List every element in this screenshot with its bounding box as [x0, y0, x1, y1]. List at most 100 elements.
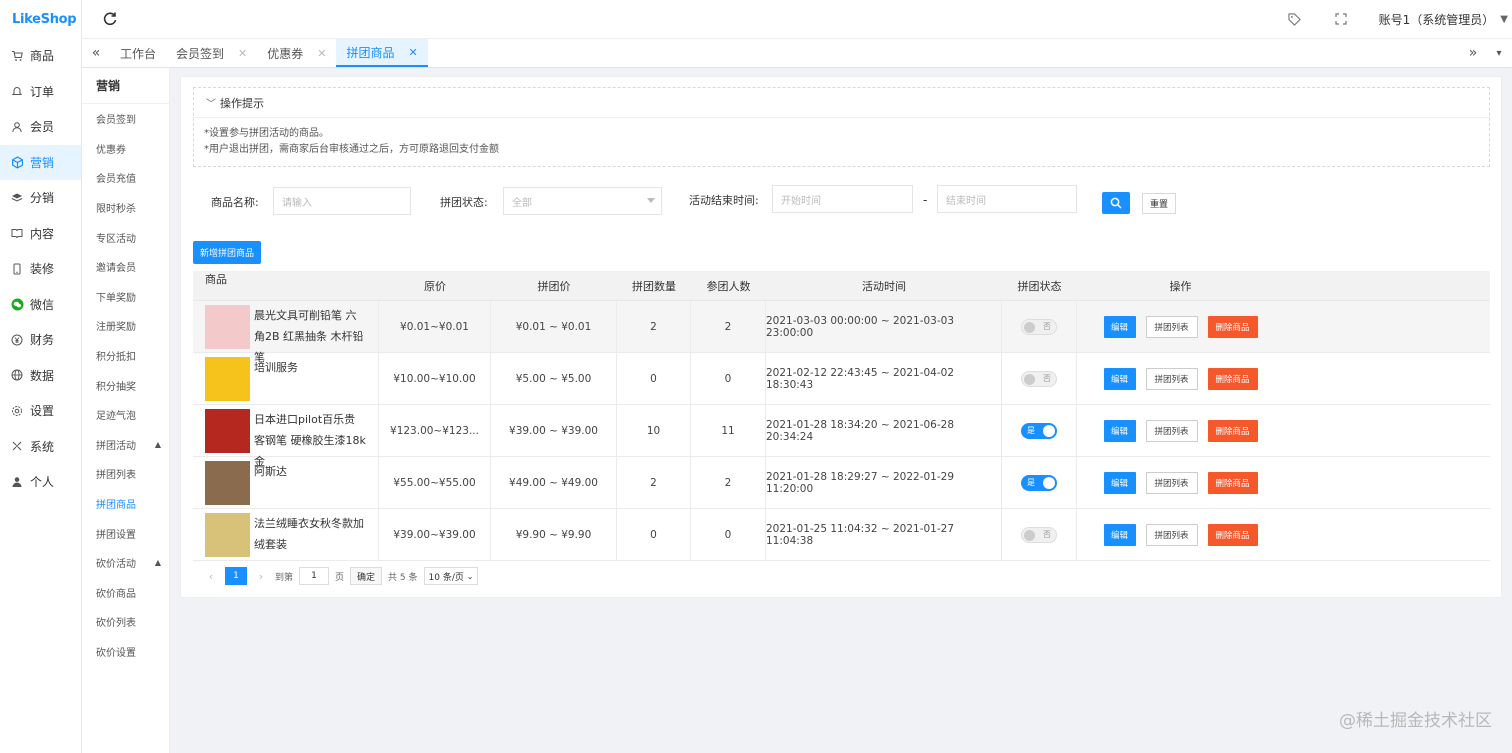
sub-sidebar-item[interactable]: 足迹气泡 — [82, 400, 169, 430]
tabs-scroll-left-icon[interactable]: « — [82, 39, 110, 67]
sidebar-item-label: 营销 — [30, 155, 55, 170]
group-status-select[interactable]: 全部 — [503, 187, 662, 215]
sub-sidebar-item[interactable]: 会员签到 — [82, 104, 169, 134]
tab[interactable]: 优惠券 ✕ — [257, 39, 336, 67]
tabs-more-icon[interactable]: ▾ — [1486, 48, 1512, 59]
sidebar-item[interactable]: 营销 — [0, 144, 81, 180]
tab[interactable]: 工作台 — [110, 39, 166, 67]
delete-goods-button[interactable]: 删除商品 — [1207, 315, 1258, 338]
sub-sidebar-item[interactable]: 邀请会员 — [82, 252, 169, 282]
sub-sidebar-title: 营销 — [82, 68, 169, 104]
sidebar-item[interactable]: 会员 — [0, 109, 81, 145]
search-button[interactable] — [1102, 192, 1130, 214]
fullscreen-icon[interactable] — [1333, 11, 1349, 27]
edit-button[interactable]: 编辑 — [1103, 367, 1136, 390]
close-icon[interactable]: ✕ — [409, 46, 418, 59]
status-toggle-label: 否 — [1043, 374, 1051, 383]
sub-sidebar: 营销 会员签到 优惠券 会员充值 限时秒杀 专区活动 邀请会员 下单奖励注册奖励积分抵扣积分… — [82, 68, 170, 753]
table-row: 阿斯达 ¥55.00~¥55.00 ¥49.00 ~ ¥49.00 2 2 2021-01… — [193, 457, 1490, 509]
delete-goods-button[interactable]: 删除商品 — [1207, 523, 1258, 546]
account-menu[interactable]: 账号1（系统管理员） — [1379, 11, 1495, 28]
page-size-select[interactable]: 10 条/页 ⌄ — [423, 567, 479, 585]
start-time-input[interactable]: 开始时间 — [772, 185, 913, 213]
sub-sidebar-item[interactable]: 砍价商品 — [82, 578, 169, 608]
edit-button[interactable]: 编辑 — [1103, 523, 1136, 546]
col-goods: 商品 — [205, 273, 227, 286]
sub-sidebar-group[interactable]: 砍价活动 ▲ — [82, 548, 169, 578]
sidebar-item[interactable]: 订单 — [0, 74, 81, 110]
sidebar-item[interactable]: 个人 — [0, 464, 81, 500]
sub-sidebar-item[interactable]: 注册奖励 — [82, 311, 169, 341]
sidebar-item[interactable]: 财务 — [0, 322, 81, 358]
sub-sidebar-item[interactable]: 拼团设置 — [82, 518, 169, 548]
sub-sidebar-item[interactable]: 下单奖励 — [82, 282, 169, 312]
goods-name-input[interactable]: 请输入 — [273, 187, 411, 215]
sidebar-item[interactable]: 分销 — [0, 180, 81, 216]
tab[interactable]: 会员签到 ✕ — [166, 39, 257, 67]
tabs-scroll-right-icon[interactable]: » — [1460, 45, 1486, 61]
sidebar-item[interactable]: 设置 — [0, 393, 81, 429]
sub-sidebar-item[interactable]: 砍价列表 — [82, 607, 169, 637]
end-time-input[interactable]: 结束时间 — [937, 185, 1077, 213]
edit-button[interactable]: 编辑 — [1103, 315, 1136, 338]
sub-sidebar-group[interactable]: 拼团活动 ▲ — [82, 430, 169, 460]
page-confirm-button[interactable]: 确定 — [350, 567, 383, 585]
group-status-value: 全部 — [512, 197, 532, 209]
status-toggle[interactable]: 否 — [1021, 318, 1057, 335]
sub-sidebar-label: 积分抽奖 — [96, 381, 136, 393]
status-toggle[interactable]: 是 — [1021, 474, 1057, 491]
tips-header[interactable]: ﹀ 操作提示 — [194, 88, 1489, 118]
reset-button[interactable]: 重置 — [1142, 193, 1176, 214]
sub-sidebar-label: 注册奖励 — [96, 322, 136, 334]
sub-sidebar-item[interactable]: 砍价设置 — [82, 637, 169, 667]
sub-sidebar-item[interactable]: 会员充值 — [82, 163, 169, 193]
sub-sidebar-item[interactable]: 拼团商品 — [82, 489, 169, 519]
sidebar-item[interactable]: 商品 — [0, 38, 81, 74]
delete-goods-button[interactable]: 删除商品 — [1207, 367, 1258, 390]
tab-label: 工作台 — [120, 46, 157, 61]
actions-cell: 编辑 拼团列表 删除商品 — [1077, 457, 1284, 508]
sidebar-item[interactable]: 内容 — [0, 216, 81, 252]
delete-goods-button[interactable]: 删除商品 — [1207, 419, 1258, 442]
group-list-button[interactable]: 拼团列表 — [1145, 367, 1198, 390]
app-logo[interactable]: LikeShop — [0, 0, 81, 38]
status-toggle[interactable]: 是 — [1021, 422, 1057, 439]
chevron-down-icon[interactable]: ﹀ — [206, 95, 216, 110]
group-list-button[interactable]: 拼团列表 — [1145, 315, 1198, 338]
group-price: ¥0.01 ~ ¥0.01 — [491, 301, 617, 352]
status-toggle[interactable]: 否 — [1021, 370, 1057, 387]
prev-page-icon[interactable]: ‹ — [203, 570, 219, 583]
participants: 2 — [691, 457, 766, 508]
sub-sidebar-item[interactable]: 优惠券 — [82, 134, 169, 164]
sidebar-item-label: 设置 — [30, 404, 55, 419]
tag-icon[interactable] — [1287, 11, 1303, 27]
sub-sidebar-item[interactable]: 专区活动 — [82, 222, 169, 252]
refresh-icon[interactable] — [102, 11, 118, 27]
sidebar-item[interactable]: 微信 — [0, 287, 81, 323]
sidebar-item[interactable]: 系统 — [0, 429, 81, 465]
participants: 2 — [691, 301, 766, 352]
group-list-button[interactable]: 拼团列表 — [1145, 471, 1198, 494]
sidebar-item[interactable]: 装修 — [0, 251, 81, 287]
edit-button[interactable]: 编辑 — [1103, 419, 1136, 442]
sub-sidebar-item[interactable]: 限时秒杀 — [82, 193, 169, 223]
next-page-icon[interactable]: › — [253, 570, 269, 583]
group-list-button[interactable]: 拼团列表 — [1145, 419, 1198, 442]
chevron-down-icon[interactable]: ▼ — [1500, 14, 1508, 25]
add-group-goods-button[interactable]: 新增拼团商品 — [193, 241, 261, 264]
group-list-button[interactable]: 拼团列表 — [1145, 523, 1198, 546]
sub-sidebar-item[interactable]: 积分抽奖 — [82, 370, 169, 400]
delete-goods-button[interactable]: 删除商品 — [1207, 471, 1258, 494]
sidebar-item[interactable]: 数据 — [0, 358, 81, 394]
sub-sidebar-item[interactable]: 拼团列表 — [82, 459, 169, 489]
close-icon[interactable]: ✕ — [317, 47, 326, 60]
status-toggle[interactable]: 否 — [1021, 526, 1057, 543]
close-icon[interactable]: ✕ — [238, 47, 247, 60]
tab[interactable]: 拼团商品 ✕ — [336, 39, 428, 67]
page-jump-input[interactable]: 1 — [299, 567, 330, 585]
activity-time: 2021-02-12 22:43:45 ~ 2021-04-02 18:30:4… — [766, 353, 1002, 404]
sub-sidebar-item[interactable]: 积分抵扣 — [82, 341, 169, 371]
status-toggle-label: 否 — [1043, 322, 1051, 331]
page-current[interactable]: 1 — [225, 567, 247, 585]
edit-button[interactable]: 编辑 — [1103, 471, 1136, 494]
